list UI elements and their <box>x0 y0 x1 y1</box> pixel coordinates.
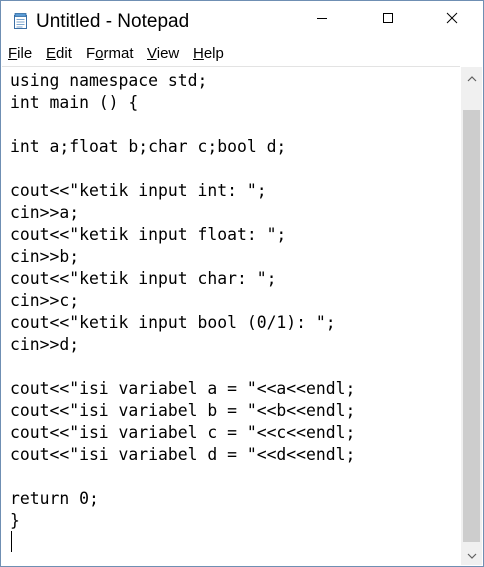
code-line: cin>>c; <box>10 291 80 310</box>
text-editor[interactable]: using namespace std; int main () { int a… <box>2 66 460 566</box>
vertical-scrollbar[interactable] <box>461 67 482 565</box>
code-line: int main () { <box>10 93 139 112</box>
code-line: cout<<"isi variabel b = "<<b<<endl; <box>10 401 356 420</box>
code-line: cout<<"ketik input bool (0/1): "; <box>10 313 336 332</box>
title-bar[interactable]: Untitled - Notepad <box>1 1 483 39</box>
scroll-thumb[interactable] <box>463 110 480 542</box>
code-line: cout<<"isi variabel c = "<<c<<endl; <box>10 423 356 442</box>
code-line: cout<<"isi variabel d = "<<d<<endl; <box>10 445 356 464</box>
code-line: cout<<"ketik input int: "; <box>10 181 267 200</box>
menu-format[interactable]: Format <box>86 44 134 63</box>
minimize-button[interactable] <box>299 1 345 39</box>
code-line: cout<<"isi variabel a = "<<a<<endl; <box>10 379 356 398</box>
maximize-button[interactable] <box>365 1 411 39</box>
code-line: return 0; <box>10 489 99 508</box>
code-line: } <box>10 511 20 530</box>
close-icon <box>446 11 458 29</box>
menu-bar: File Edit Format View Help <box>1 41 483 65</box>
code-line: using namespace std; <box>10 71 208 90</box>
menu-edit[interactable]: Edit <box>46 44 72 63</box>
chevron-up-icon <box>467 69 477 87</box>
code-line: cin>>d; <box>10 335 80 354</box>
close-button[interactable] <box>429 1 475 39</box>
menu-file[interactable]: File <box>8 44 32 63</box>
menu-help[interactable]: Help <box>193 44 224 63</box>
notepad-window: Untitled - Notepad File Edit Format View… <box>0 0 484 567</box>
code-line: int a;float b;char c;bool d; <box>10 137 287 156</box>
minimize-icon <box>316 11 328 29</box>
code-line: cout<<"ketik input float: "; <box>10 225 287 244</box>
notepad-icon[interactable] <box>13 13 29 29</box>
scroll-down-button[interactable] <box>461 544 482 565</box>
maximize-icon <box>382 11 394 29</box>
text-caret <box>11 531 12 552</box>
window-title: Untitled - Notepad <box>36 11 190 32</box>
code-line: cin>>a; <box>10 203 80 222</box>
code-line: cout<<"ketik input char: "; <box>10 269 277 288</box>
menu-view[interactable]: View <box>147 44 179 63</box>
scroll-up-button[interactable] <box>461 67 482 88</box>
code-line: cin>>b; <box>10 247 80 266</box>
chevron-down-icon <box>467 546 477 564</box>
